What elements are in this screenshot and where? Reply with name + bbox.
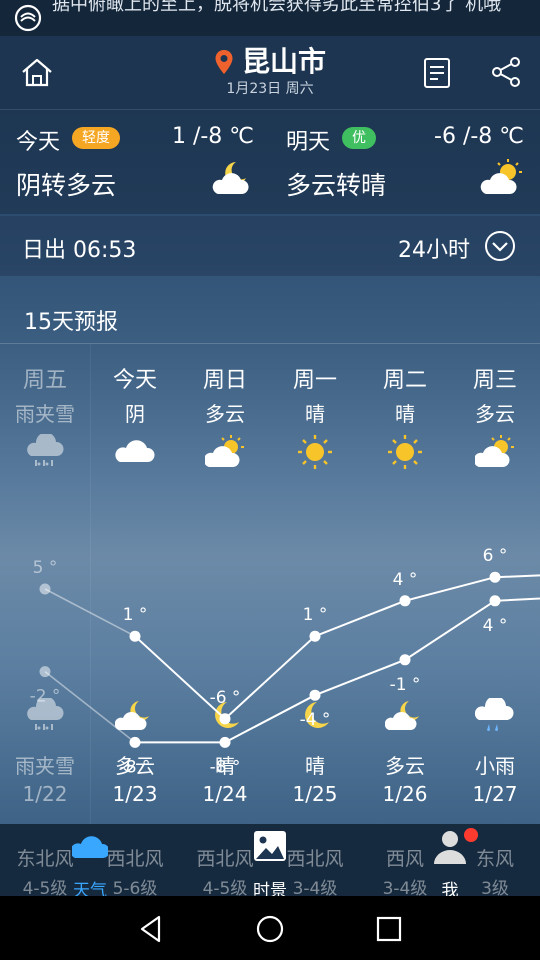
tab-weather[interactable]: 天气 (54, 828, 126, 901)
back-icon[interactable] (134, 912, 168, 946)
moon-icon (305, 702, 329, 728)
system-nav-bar (0, 896, 540, 960)
sun-cloud-icon (205, 435, 244, 467)
forecast-night-condition: 雨夹雪 (15, 754, 75, 778)
forecast-day-1[interactable]: 周五 雨夹雪 雨夹雪 1/22 (0, 344, 91, 824)
today-temp: 1 /-8 ℃ (171, 124, 254, 149)
tomorrow-condition: 多云转晴 (286, 171, 387, 200)
forecast-night-condition: 小雨 (475, 754, 515, 778)
today-aqi-badge: 轻度 (72, 127, 120, 149)
picture-icon (254, 831, 286, 861)
sun-icon (388, 435, 422, 469)
tomorrow-temp: -6 /-8 ℃ (434, 124, 524, 149)
tomorrow-aqi-badge: 优 (342, 127, 376, 149)
tomorrow-label: 明天 (286, 130, 331, 155)
forecast-weekday: 周二 (382, 368, 427, 393)
cloud-tab-icon (72, 836, 108, 858)
header-date: 1月23日 周六 (226, 81, 314, 97)
moon-cloud-icon (212, 162, 249, 194)
forecast-day-condition: 晴 (395, 402, 415, 426)
forecast-day-condition: 多云 (475, 402, 515, 426)
app-notification-icon (14, 4, 42, 32)
today-label: 今天 (16, 130, 61, 155)
tomorrow-summary[interactable]: 明天 优 -6 /-8 ℃ 多云转晴 (270, 110, 540, 214)
forecast-night-condition: 多云 (385, 754, 425, 778)
document-icon[interactable] (420, 56, 454, 90)
sleet-icon (27, 434, 64, 466)
sun-cloud-icon (475, 435, 514, 467)
forecast-date: 1/26 (382, 782, 428, 806)
forecast-date: 1/27 (472, 782, 518, 806)
recent-apps-icon[interactable] (372, 912, 406, 946)
location-pin-icon (215, 50, 233, 74)
status-bar: 据中俯瞰上的至上，脱将机会获得劣此至常控伯3了 机哦 (0, 0, 540, 36)
sun-cloud-icon (480, 159, 522, 194)
header-bar: 昆山市 1月23日 周六 (0, 36, 540, 110)
notification-text: 据中俯瞰上的至上，脱将机会获得劣此至常控伯3了 机哦 (52, 0, 502, 15)
chevron-down-icon[interactable] (484, 230, 516, 262)
forecast-weekday: 周日 (202, 368, 247, 393)
forecast-day-condition: 雨夹雪 (15, 402, 75, 426)
sunrise-row: 日出 06:53 24小时 (0, 216, 540, 276)
forecast-date: 1/23 (112, 782, 158, 806)
forecast-day-condition: 晴 (305, 402, 325, 426)
share-icon[interactable] (488, 54, 524, 90)
forecast-night-condition: 晴 (305, 754, 325, 778)
hourly-forecast-link[interactable]: 24小时 (398, 232, 470, 264)
sunrise-time: 日出 06:53 (22, 238, 137, 263)
forecast-columns[interactable]: 周五 雨夹雪 雨夹雪 1/22 今天 阴 多云 1/23 周日 多云 晴 1/2… (0, 344, 540, 824)
cloud-icon (115, 440, 155, 462)
forecast-date: 1/25 (292, 782, 338, 806)
forecast-title: 15天预报 (24, 310, 118, 335)
notification-dot (464, 828, 478, 842)
forecast-day-condition: 阴 (125, 402, 145, 426)
moon-icon (215, 702, 239, 728)
forecast-date: 1/24 (202, 782, 248, 806)
tab-me[interactable]: 我 (414, 828, 486, 901)
forecast-weekday: 今天 (112, 368, 157, 393)
forecast-title-row: 15天预报 (0, 292, 540, 344)
rain-icon (475, 698, 514, 732)
today-tomorrow-panel: 今天 轻度 1 /-8 ℃ 阴转多云 明天 优 -6 /-8 ℃ 多云转晴 (0, 110, 540, 214)
person-icon (434, 831, 466, 864)
forecast-day-4[interactable]: 周一 晴 晴 1/25 (270, 344, 360, 824)
moon-cloud-icon (385, 701, 419, 730)
forecast-day-5[interactable]: 周二 晴 多云 1/26 (360, 344, 450, 824)
bottom-bar: 东北风 4-5级 西北风 5-6级 西北风 4-5级 西北风 3-4级 西风 3… (0, 824, 540, 901)
today-condition: 阴转多云 (16, 171, 117, 200)
forecast-date: 1/22 (22, 782, 68, 806)
sleet-icon (27, 698, 64, 730)
forecast-day-condition: 多云 (205, 402, 245, 426)
forecast-night-condition: 晴 (215, 754, 235, 778)
forecast-weekday: 周五 (22, 368, 67, 393)
tab-scenery[interactable]: 时景 (234, 828, 306, 901)
moon-cloud-icon (115, 701, 149, 730)
forecast-day-6[interactable]: 周三 多云 小雨 1/27 (450, 344, 540, 824)
home-circle-icon[interactable] (253, 912, 287, 946)
city-name: 昆山市 (241, 45, 326, 78)
forecast-weekday: 周一 (292, 368, 337, 393)
city-block[interactable]: 昆山市 1月23日 周六 (0, 44, 540, 98)
today-summary[interactable]: 今天 轻度 1 /-8 ℃ 阴转多云 (0, 110, 270, 214)
forecast-night-condition: 多云 (115, 754, 155, 778)
forecast-weekday: 周三 (472, 368, 517, 393)
forecast-day-2[interactable]: 今天 阴 多云 1/23 (90, 344, 180, 824)
forecast-day-3[interactable]: 周日 多云 晴 1/24 (180, 344, 270, 824)
sun-icon (298, 435, 332, 469)
